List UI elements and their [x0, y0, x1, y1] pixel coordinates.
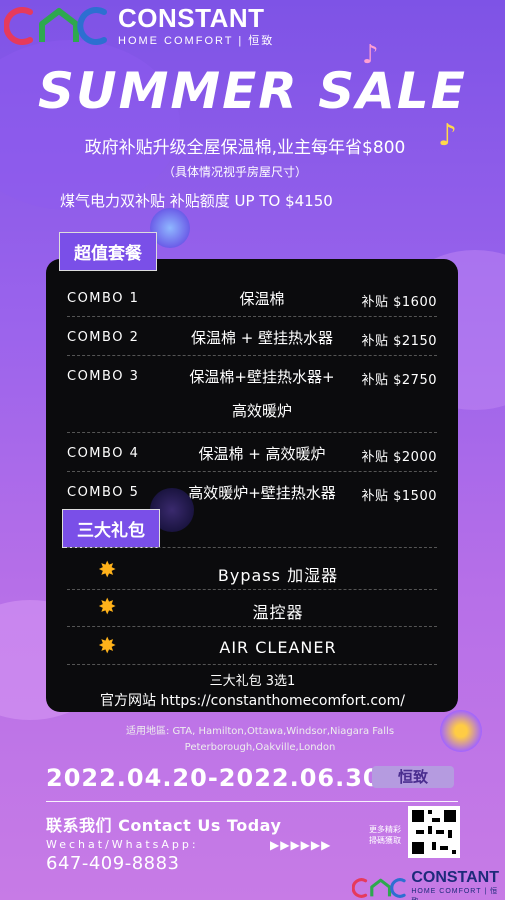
page-title: SUMMER SALE: [38, 62, 467, 120]
subsidy-line: 煤气电力双补贴 补贴额度 UP TO $4150: [60, 192, 333, 210]
promo-date-range: 2022.04.20-2022.06.30: [46, 764, 381, 792]
sun-icon: ✸: [98, 595, 117, 620]
brand-logo: CONSTANT HOME COMFORT | 恒致: [4, 4, 274, 48]
gift-item: ✸ 温控器: [98, 595, 408, 623]
divider: [67, 589, 437, 590]
gift-text: AIR CLEANER: [219, 638, 337, 657]
divider: [46, 801, 458, 802]
gift-text: Bypass 加湿器: [217, 566, 339, 585]
divider: [67, 316, 437, 317]
divider: [67, 547, 437, 548]
combo-item: 保温棉+壁挂热水器+: [189, 368, 335, 386]
combo-label: COMBO 3: [67, 369, 140, 384]
brand-logo-footer: CONSTANT HOME COMFORT | 恒致: [352, 870, 505, 900]
combo-item-continued: 高效暖炉: [231, 402, 292, 420]
cac-logo-icon: [352, 878, 406, 898]
service-area-line: 适用地區: GTA, Hamilton,Ottawa,Windsor,Niaga…: [125, 726, 395, 737]
divider: [67, 355, 437, 356]
headline-subsidy: 政府补贴升级全屋保温棉,业主每年省$800: [84, 138, 406, 158]
website-link[interactable]: 官方网站 https://constanthomecomfort.com/: [0, 690, 505, 710]
combo-row: COMBO 1 保温棉 补贴 $1600: [67, 288, 437, 318]
combo-item: 保温棉 + 高效暖炉: [198, 445, 326, 463]
combo-label: COMBO 2: [67, 330, 140, 345]
combo-section-label: 超值套餐: [74, 244, 142, 264]
combo-price: 补贴 $2150: [361, 334, 437, 349]
phone-number[interactable]: 647-409-8883: [46, 853, 180, 874]
brand-name: CONSTANT: [411, 869, 500, 886]
combo-row: COMBO 2 保温棉 + 壁挂热水器 补贴 $2150: [67, 327, 437, 357]
divider: [67, 664, 437, 665]
combo-item: 保温棉: [239, 290, 285, 308]
combo-label: COMBO 5: [67, 485, 140, 500]
brand-subtitle: HOME COMFORT | 恒致: [411, 888, 499, 900]
flower-decoration-icon: [440, 710, 482, 752]
combo-row: COMBO 5 高效暖炉+壁挂热水器 补贴 $1500: [67, 482, 437, 512]
divider: [67, 471, 437, 472]
headline-note: （具体情况视乎房屋尺寸）: [162, 165, 307, 179]
gift-item: ✸ AIR CLEANER: [98, 634, 408, 662]
contact-heading: 联系我们 Contact Us Today: [46, 816, 282, 835]
brand-subtitle: HOME COMFORT | 恒致: [118, 35, 275, 47]
divider: [67, 432, 437, 433]
qr-caption: 更多精彩 掃碼獲取: [369, 825, 401, 845]
combo-item: 高效暖炉+壁挂热水器: [188, 484, 336, 502]
combo-item: 保温棉 + 壁挂热水器: [190, 329, 334, 347]
combo-section-tag: 超值套餐: [59, 232, 157, 271]
service-area-line: Peterborough,Oakville,London: [184, 742, 336, 753]
combo-price: 补贴 $1500: [361, 489, 437, 504]
combo-label: COMBO 1: [67, 291, 140, 306]
combo-price: 补贴 $2000: [361, 450, 437, 465]
divider: [67, 626, 437, 627]
promo-poster: CONSTANT HOME COMFORT | 恒致 ♪ ♪ SUMMER SA…: [0, 0, 505, 900]
gift-text: 温控器: [252, 603, 304, 622]
cac-logo-icon: [4, 7, 107, 45]
combo-price: 补贴 $1600: [361, 295, 437, 310]
sun-icon: ✸: [98, 558, 117, 583]
combo-price: 补贴 $2750: [361, 373, 437, 388]
gift-section-tag: 三大礼包: [62, 509, 160, 548]
wechat-label: Wechat/WhatsApp:: [46, 838, 199, 851]
service-area: 适用地區: GTA, Hamilton,Ottawa,Windsor,Niaga…: [100, 724, 420, 756]
arrow-decoration-icon: ▶▶▶▶▶▶: [270, 838, 332, 852]
qr-code-icon[interactable]: [408, 806, 460, 858]
combo-row: COMBO 3 保温棉+壁挂热水器+ 高效暖炉 补贴 $2750: [67, 366, 437, 426]
combo-row: COMBO 4 保温棉 + 高效暖炉 补贴 $2000: [67, 443, 437, 473]
brand-name: CONSTANT: [118, 3, 265, 33]
combo-label: COMBO 4: [67, 446, 140, 461]
brand-pill: 恒致: [372, 766, 454, 788]
gift-section-label: 三大礼包: [77, 521, 145, 541]
sun-icon: ✸: [98, 634, 117, 659]
gift-item: ✸ Bypass 加湿器: [98, 558, 408, 586]
gift-pick-note: 三大礼包 3选1: [209, 674, 296, 689]
